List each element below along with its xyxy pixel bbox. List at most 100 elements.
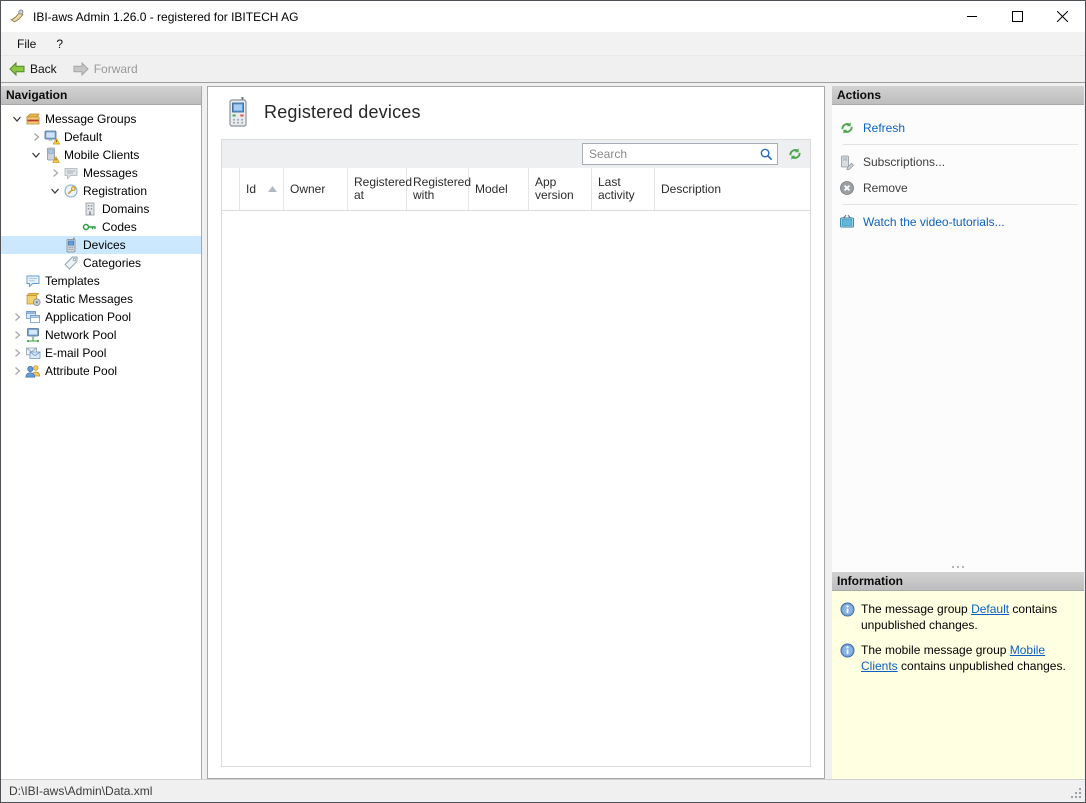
action-watch-tutorials[interactable]: Watch the video-tutorials... xyxy=(839,212,1084,231)
chevron-collapsed-icon[interactable] xyxy=(8,327,25,343)
list-toolbar xyxy=(222,140,810,168)
chevron-expanded-icon[interactable] xyxy=(27,147,44,163)
info-note: The mobile message group Mobile Clients … xyxy=(840,642,1076,674)
tree-item-messages[interactable]: Messages xyxy=(1,164,201,182)
chevron-expanded-icon[interactable] xyxy=(46,183,63,199)
tag-icon xyxy=(63,255,79,271)
column-header-model[interactable]: Model xyxy=(469,168,529,210)
navigation-tree: Message Groups Default Mobile Clients Me… xyxy=(1,105,201,380)
default-group-link[interactable]: Default xyxy=(971,602,1009,616)
right-panel: Actions Refresh Subscriptions... Remove xyxy=(832,86,1084,779)
chevron-collapsed-icon[interactable] xyxy=(8,309,25,325)
chevron-expanded-icon[interactable] xyxy=(8,111,25,127)
tree-item-codes[interactable]: Codes xyxy=(1,218,201,236)
static-messages-icon xyxy=(25,291,41,307)
chevron-collapsed-icon[interactable] xyxy=(8,345,25,361)
close-button[interactable] xyxy=(1040,1,1085,32)
column-header-registered-at[interactable]: Registered at xyxy=(348,168,412,210)
chevron-collapsed-icon[interactable] xyxy=(27,129,44,145)
key-icon xyxy=(82,219,98,235)
title-bar: IBI-aws Admin 1.26.0 - registered for IB… xyxy=(1,1,1085,32)
close-icon xyxy=(1057,11,1068,22)
search-input[interactable] xyxy=(583,147,759,161)
column-header-description[interactable]: Description xyxy=(655,168,810,210)
tree-item-application-pool[interactable]: Application Pool xyxy=(1,308,201,326)
resize-grip[interactable] xyxy=(1069,786,1083,800)
column-header-rowselector[interactable] xyxy=(222,168,240,210)
column-header-owner[interactable]: Owner xyxy=(284,168,348,210)
tree-item-registration[interactable]: Registration xyxy=(1,182,201,200)
network-pool-icon xyxy=(25,327,41,343)
refresh-icon xyxy=(789,148,801,160)
forward-button[interactable]: Forward xyxy=(65,56,146,82)
information-body: The message group Default contains unpub… xyxy=(832,591,1084,779)
column-header-registered-with[interactable]: Registered with xyxy=(407,168,471,210)
minimize-button[interactable] xyxy=(950,1,995,32)
column-header-last-activity[interactable]: Last activity xyxy=(592,168,655,210)
actions-panel-spacer xyxy=(832,238,1084,562)
application-pool-icon xyxy=(25,309,41,325)
action-subscriptions[interactable]: Subscriptions... xyxy=(839,152,1084,171)
back-arrow-icon xyxy=(9,61,25,77)
navigation-header: Navigation xyxy=(1,86,201,105)
tree-item-email-pool[interactable]: E-mail Pool xyxy=(1,344,201,362)
registered-devices-icon xyxy=(229,97,247,127)
tree-item-static-messages[interactable]: Static Messages xyxy=(1,290,201,308)
remove-icon xyxy=(840,180,854,195)
tree-item-default[interactable]: Default xyxy=(1,128,201,146)
menu-help[interactable]: ? xyxy=(46,32,73,55)
tree-item-domains[interactable]: Domains xyxy=(1,200,201,218)
attribute-pool-icon xyxy=(25,363,41,379)
tree-item-devices[interactable]: Devices xyxy=(1,236,201,254)
tree-item-mobile-clients[interactable]: Mobile Clients xyxy=(1,146,201,164)
information-header: Information xyxy=(832,572,1084,591)
menu-file[interactable]: File xyxy=(1,32,46,55)
subscriptions-icon xyxy=(841,155,854,170)
window-title: IBI-aws Admin 1.26.0 - registered for IB… xyxy=(33,9,299,24)
info-icon xyxy=(840,643,855,674)
tv-icon xyxy=(840,214,854,227)
column-header-app-version[interactable]: App version xyxy=(529,168,592,210)
app-window: IBI-aws Admin 1.26.0 - registered for IB… xyxy=(0,0,1086,803)
tree-item-message-groups[interactable]: Message Groups xyxy=(1,110,201,128)
devices-list: Id Owner Registered at Registered with M… xyxy=(221,139,811,767)
actions-list: Refresh Subscriptions... Remove Watch th… xyxy=(832,105,1084,238)
refresh-list-button[interactable] xyxy=(786,145,804,163)
building-icon xyxy=(82,201,98,217)
nav-toolbar: Back Forward xyxy=(1,56,1085,83)
column-header-id[interactable]: Id xyxy=(240,168,284,210)
monitor-warning-icon xyxy=(44,129,61,145)
tree-item-categories[interactable]: Categories xyxy=(1,254,201,272)
search-box xyxy=(582,143,778,165)
table-header: Id Owner Registered at Registered with M… xyxy=(222,168,810,211)
email-pool-icon xyxy=(25,345,41,361)
workspace: Navigation Message Groups Default Mobile… xyxy=(1,83,1085,781)
panel-splitter-handle[interactable] xyxy=(832,562,1084,572)
action-remove[interactable]: Remove xyxy=(839,178,1084,197)
actions-header: Actions xyxy=(832,86,1084,105)
phone-warning-icon xyxy=(44,147,60,163)
tree-item-attribute-pool[interactable]: Attribute Pool xyxy=(1,362,201,380)
right-splitter[interactable] xyxy=(826,86,831,779)
navigation-panel: Navigation Message Groups Default Mobile… xyxy=(1,86,202,779)
forward-arrow-icon xyxy=(73,61,89,77)
speech-bubble-icon xyxy=(63,165,79,181)
device-icon xyxy=(63,237,79,253)
search-icon[interactable] xyxy=(759,147,777,162)
chevron-collapsed-icon[interactable] xyxy=(46,165,63,181)
sort-asc-icon xyxy=(268,186,277,192)
info-note: The message group Default contains unpub… xyxy=(840,601,1076,633)
tree-item-network-pool[interactable]: Network Pool xyxy=(1,326,201,344)
chevron-collapsed-icon[interactable] xyxy=(8,363,25,379)
main-panel: Registered devices Id xyxy=(207,86,825,779)
actions-divider xyxy=(843,204,1078,205)
minimize-icon xyxy=(967,16,977,17)
action-refresh[interactable]: Refresh xyxy=(839,118,1084,137)
refresh-icon xyxy=(841,121,853,134)
maximize-icon xyxy=(1012,11,1023,22)
back-button[interactable]: Back xyxy=(1,56,65,82)
data-file-path: D:\IBI-aws\Admin\Data.xml xyxy=(9,784,153,798)
maximize-button[interactable] xyxy=(995,1,1040,32)
tree-item-templates[interactable]: Templates xyxy=(1,272,201,290)
info-icon xyxy=(840,602,855,633)
